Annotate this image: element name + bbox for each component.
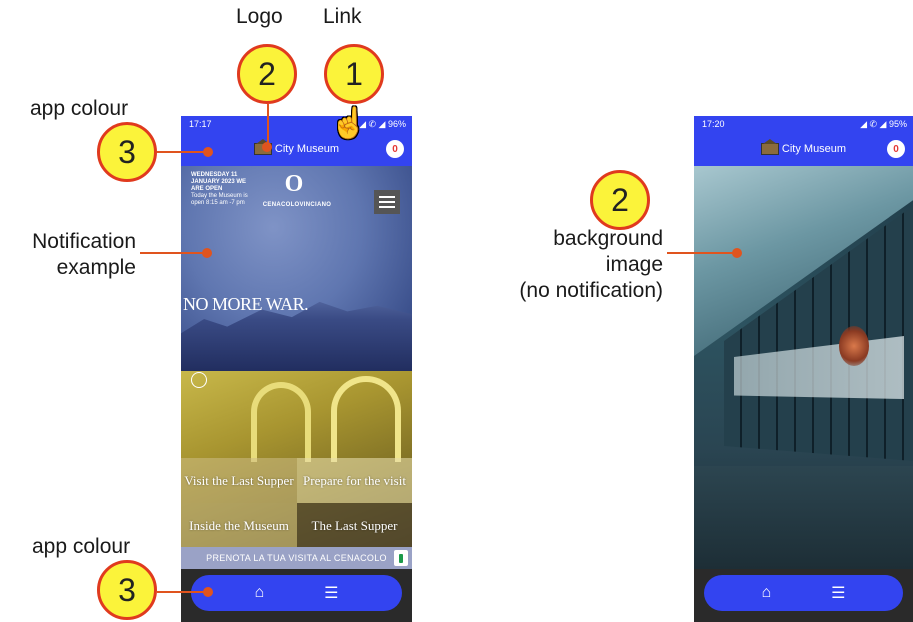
notification-count-badge[interactable]: 0 xyxy=(887,140,905,158)
app-colour-top-dot xyxy=(203,147,213,157)
background-photo xyxy=(694,166,913,569)
status-icons: ◢ ✆ ◢ 95% xyxy=(860,118,907,129)
background-image-label: background image (no notification) xyxy=(480,226,663,304)
app-colour-top-line xyxy=(157,151,207,153)
notification-count-badge[interactable]: 0 xyxy=(386,140,404,158)
bg-label-line1: background xyxy=(553,227,663,250)
logo-pointer-dot xyxy=(262,142,272,152)
warm-light xyxy=(839,326,869,366)
bg-label-line2: image xyxy=(605,253,663,276)
tile-visit-last-supper[interactable]: Visit the Last Supper xyxy=(181,458,297,503)
status-time: 17:17 xyxy=(189,119,212,129)
annotation-circle-3-bottom: 3 xyxy=(97,560,157,620)
notification-pointer-dot xyxy=(202,248,212,258)
home-icon[interactable]: ⌂ xyxy=(761,584,771,602)
app-title-link[interactable]: City Museum xyxy=(275,143,339,155)
arch-left xyxy=(251,382,311,462)
banner-text: NO MORE WAR. xyxy=(183,294,309,314)
status-bar: 17:17 ◢ ✆ ◢ 96% xyxy=(181,116,412,132)
status-bar: 17:20 ◢ ✆ ◢ 95% xyxy=(694,116,913,132)
status-time: 17:20 xyxy=(702,119,725,129)
bg-label-line3: (no notification) xyxy=(519,279,663,302)
background-pointer-line xyxy=(667,252,735,254)
pavement xyxy=(694,466,913,569)
app-colour-bottom-line xyxy=(157,591,207,593)
tile-the-last-supper[interactable]: The Last Supper xyxy=(297,503,412,547)
annotation-circle-2-background: 2 xyxy=(590,170,650,230)
notification-web-content: WEDNESDAY 11 JANUARY 2023 WE ARE OPEN To… xyxy=(181,166,412,547)
notification-headline: WEDNESDAY 11 JANUARY 2023 WE ARE OPEN xyxy=(191,172,247,192)
prenota-text: PRENOTA LA TUA VISITA AL CENACOLO xyxy=(206,553,387,563)
tile-inside-museum[interactable]: Inside the Museum xyxy=(181,503,297,547)
notification-label-line1: Notification xyxy=(32,230,136,253)
annotation-circle-3-top: 3 xyxy=(97,122,157,182)
notification-pointer-line xyxy=(140,252,205,254)
phone-with-notification: 17:17 ◢ ✆ ◢ 96% City Museum 0 WEDNESDAY … xyxy=(181,116,412,622)
app-title-link[interactable]: City Museum xyxy=(782,143,846,155)
notification-text: WEDNESDAY 11 JANUARY 2023 WE ARE OPEN To… xyxy=(191,172,251,207)
app-bar: City Museum 0 xyxy=(181,132,412,166)
app-colour-bottom-label: app colour xyxy=(32,535,131,558)
app-colour-bottom-dot xyxy=(203,587,213,597)
notification-body: Today the Museum is open 8:15 am -7 pm xyxy=(191,193,248,206)
annotation-circle-1-link: 1 xyxy=(324,44,384,104)
home-icon[interactable]: ⌂ xyxy=(254,584,264,602)
background-pointer-dot xyxy=(732,248,742,258)
phone-background-image: 17:20 ◢ ✆ ◢ 95% City Museum 0 ⌂ ☰ xyxy=(694,116,913,622)
bottom-nav-bar: ⌂ ☰ xyxy=(704,575,903,611)
museum-logo-icon[interactable] xyxy=(760,143,779,155)
annotation-circle-2-logo: 2 xyxy=(237,44,297,104)
brand-name: CENACOLOVINCIANO xyxy=(262,202,332,208)
arch-right xyxy=(331,376,401,462)
logo-annotation-label: Logo xyxy=(236,5,283,28)
tile-prepare-visit[interactable]: Prepare for the visit xyxy=(297,458,412,503)
brand-mark-icon: O xyxy=(284,171,304,197)
link-annotation-label: Link xyxy=(323,5,362,28)
notification-example-label: Notification example xyxy=(6,229,136,281)
app-colour-top-label: app colour xyxy=(30,97,129,120)
hamburger-menu-icon[interactable] xyxy=(374,190,400,214)
download-badge-icon[interactable] xyxy=(394,550,408,566)
prenota-banner[interactable]: PRENOTA LA TUA VISITA AL CENACOLO xyxy=(181,547,412,569)
cursor-hand-icon: ☝ xyxy=(330,107,368,140)
list-icon[interactable]: ☰ xyxy=(831,583,845,603)
logo-pointer-line xyxy=(267,104,269,144)
bottom-nav-bar: ⌂ ☰ xyxy=(191,575,402,611)
list-icon[interactable]: ☰ xyxy=(324,583,338,603)
compass-icon xyxy=(191,372,207,388)
app-bar: City Museum 0 xyxy=(694,132,913,166)
notification-label-line2: example xyxy=(56,256,136,279)
